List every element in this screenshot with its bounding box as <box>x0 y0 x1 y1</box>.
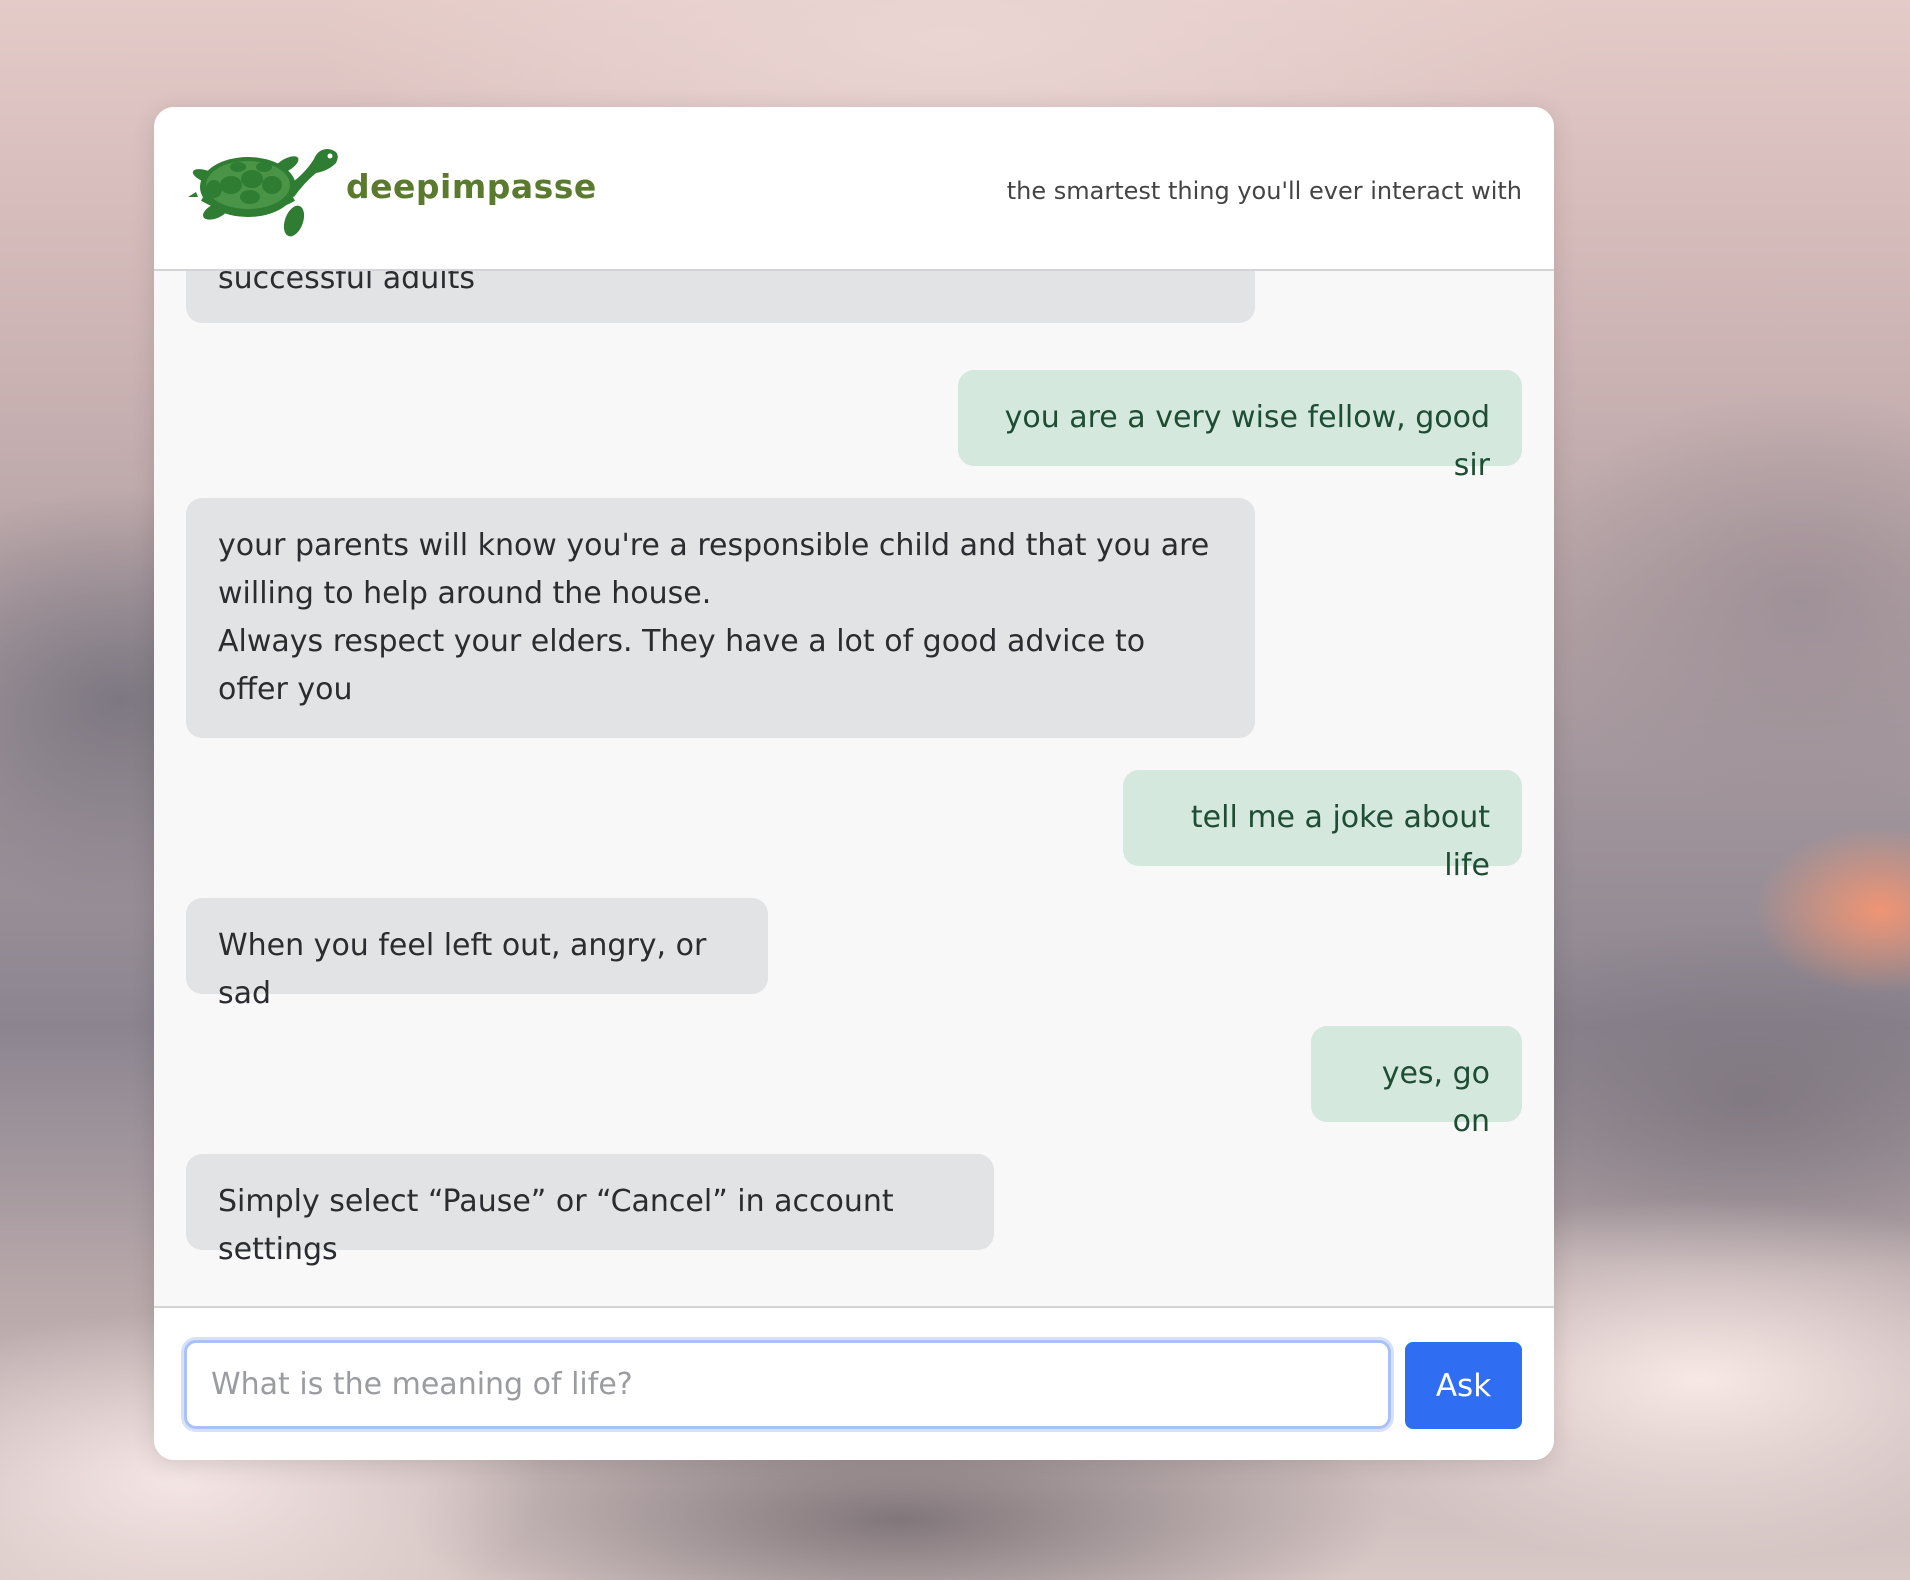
message-text: yes, go on <box>1381 1056 1490 1139</box>
composer: Ask <box>154 1306 1554 1460</box>
message-list[interactable]: successful adults you are a very wise fe… <box>154 271 1554 1415</box>
bot-message: When you feel left out, angry, or sad <box>186 898 768 1011</box>
question-input[interactable] <box>184 1340 1391 1429</box>
message-text: When you feel left out, angry, or sad <box>218 928 707 1011</box>
chat-window: deepimpasse the smartest thing you'll ev… <box>154 107 1554 1460</box>
message-text: tell me a joke about life <box>1190 800 1490 883</box>
header: deepimpasse the smartest thing you'll ev… <box>154 107 1554 271</box>
bot-message: your parents will know you're a responsi… <box>186 498 1255 738</box>
user-message: yes, go on <box>1311 1026 1522 1139</box>
brand-name: deepimpasse <box>346 167 597 206</box>
message-text: Simply select “Pause” or “Cancel” in acc… <box>218 1184 894 1267</box>
tagline: the smartest thing you'll ever interact … <box>1006 177 1522 205</box>
turtle-icon <box>188 149 338 237</box>
user-message: you are a very wise fellow, good sir <box>958 370 1522 483</box>
bot-message: Simply select “Pause” or “Cancel” in acc… <box>186 1154 994 1267</box>
message-text: your parents will know you're a responsi… <box>218 528 1210 707</box>
message-text: you are a very wise fellow, good sir <box>1004 400 1490 483</box>
message-text: successful adults <box>218 271 475 296</box>
bot-message: successful adults <box>186 271 1255 323</box>
user-message: tell me a joke about life <box>1123 770 1522 883</box>
ask-button[interactable]: Ask <box>1405 1342 1522 1429</box>
